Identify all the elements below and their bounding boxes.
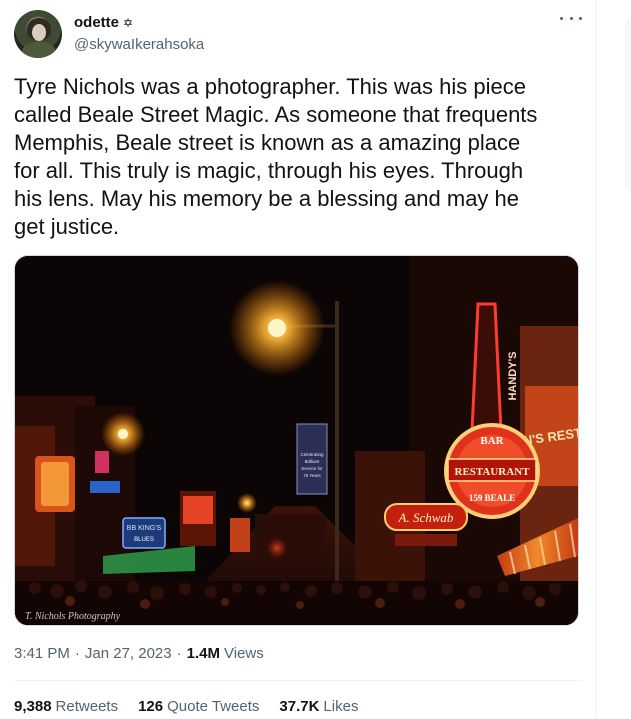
more-dot [579, 16, 582, 20]
left-neon-sign-inner [41, 462, 69, 506]
distant-buildings [255, 514, 325, 564]
more-options-icon[interactable] [560, 8, 582, 28]
bb-kings-text: BB KING'S [127, 525, 162, 532]
banner-text: Service for [301, 466, 323, 471]
more-dot [560, 16, 563, 20]
street-lamp [268, 319, 286, 337]
avatar-body [22, 42, 56, 58]
meta-separator: · [176, 645, 182, 662]
tall-neon-sign [470, 302, 503, 433]
likes-label: Likes [323, 698, 359, 715]
author-name-row[interactable]: odette ✡ [74, 14, 133, 31]
avatar[interactable] [14, 10, 62, 58]
divider [14, 680, 582, 681]
banner-text: 75 Years [303, 473, 321, 478]
blue-sign [90, 481, 120, 493]
bar-text: BAR [480, 435, 504, 447]
left-lamp [118, 429, 128, 439]
views-count: 1.4M [186, 645, 220, 662]
tweet-meta: 3:41 PM · Jan 27, 2023 · 1.4M Views [14, 645, 264, 662]
meta-separator: · [74, 645, 80, 662]
distant-glow [267, 538, 287, 558]
retweets-count: 9,388 [14, 698, 52, 715]
tweet-date[interactable]: Jan 27, 2023 [85, 645, 172, 662]
photo-watermark: T. Nichols Photography [25, 611, 121, 622]
schwab-subsign [395, 534, 457, 546]
restaurant-text: RESTAURANT [455, 466, 531, 478]
bb-kings-sign [122, 517, 166, 549]
tweet-photo[interactable]: BB KING'S BLUES Celebrating Brilliant Se… [14, 255, 579, 626]
schwab-text: A. Schwab [398, 510, 454, 525]
user-handle[interactable]: @skywaIkerahsoka [74, 36, 204, 53]
likes-count: 37.7K [279, 698, 320, 715]
more-dot [569, 16, 573, 20]
sidebar-card [625, 18, 631, 192]
banner-text: Celebrating [300, 452, 324, 457]
retweets-stat[interactable]: 9,388 Retweets [14, 698, 118, 715]
tweet-text: Tyre Nichols was a photographer. This wa… [14, 74, 538, 239]
beale-street-photo: BB KING'S BLUES Celebrating Brilliant Se… [15, 256, 578, 625]
tweet-time[interactable]: 3:41 PM [14, 645, 70, 662]
quote-tweets-label: Quote Tweets [167, 698, 260, 715]
tall-sign-text: HANDY'S [507, 351, 519, 400]
avatar-face [32, 24, 46, 41]
mid-neon [183, 496, 213, 524]
distant-sign [230, 518, 250, 552]
quote-tweets-stat[interactable]: 126 Quote Tweets [138, 698, 259, 715]
quote-tweets-count: 126 [138, 698, 164, 715]
display-name[interactable]: odette [74, 14, 119, 31]
tweet-card: odette ✡ @skywaIkerahsoka Tyre Nichols w… [0, 0, 596, 719]
banner-text: Brilliant [305, 459, 321, 464]
blues-text: BLUES [134, 537, 154, 543]
address-text: 159 BEALE [469, 493, 515, 503]
far-lamp-glow [237, 493, 257, 513]
likes-stat[interactable]: 37.7K Likes [279, 698, 358, 715]
tweet-stats: 9,388 Retweets 126 Quote Tweets 37.7K Li… [14, 698, 378, 715]
views-label: Views [223, 645, 264, 662]
pink-neon [95, 451, 109, 473]
retweets-label: Retweets [55, 698, 119, 715]
star-of-david-icon: ✡ [123, 15, 134, 30]
